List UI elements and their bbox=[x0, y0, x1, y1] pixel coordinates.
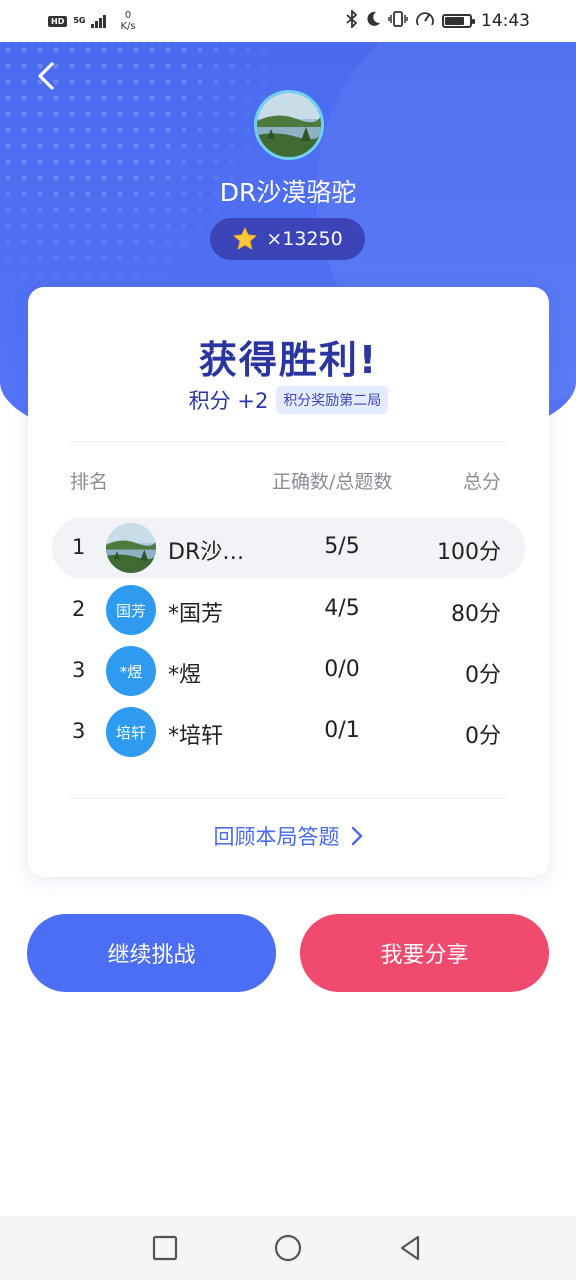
avatar: *煜 bbox=[106, 646, 156, 696]
speedometer-icon bbox=[415, 10, 435, 32]
chevron-right-icon bbox=[351, 826, 362, 846]
header-score: 总分 bbox=[462, 471, 501, 493]
status-right: 14:43 bbox=[346, 8, 530, 32]
result-card: 获得胜利! 积分 +2 积分奖励第二局 排名 正确数/总题数 总分 1 DR沙…… bbox=[28, 287, 549, 877]
vibrate-icon bbox=[388, 10, 408, 32]
avatar: 国芳 bbox=[106, 585, 156, 635]
points-row: 积分 +2 积分奖励第二局 bbox=[28, 385, 549, 415]
status-left: HD 5G 0 K/s bbox=[48, 10, 136, 32]
header-correct: 正确数/总题数 bbox=[272, 471, 393, 493]
review-answers-label: 回顾本局答题 bbox=[213, 825, 340, 849]
landscape-photo bbox=[257, 93, 321, 157]
recent-apps-button[interactable] bbox=[149, 1232, 181, 1264]
bluetooth-icon bbox=[346, 8, 358, 32]
row-rank: 3 bbox=[72, 658, 86, 682]
row-correct: 0/1 bbox=[324, 718, 360, 743]
row-score: 100分 bbox=[437, 540, 501, 565]
header-rank: 排名 bbox=[70, 471, 109, 493]
system-nav-bar bbox=[0, 1216, 576, 1280]
network-type-label: 5G bbox=[73, 16, 86, 25]
row-rank: 3 bbox=[72, 719, 86, 743]
moon-icon bbox=[365, 10, 381, 32]
row-correct: 0/0 bbox=[324, 657, 360, 682]
share-button[interactable]: 我要分享 bbox=[300, 914, 549, 992]
ranking-row: 3 培轩 *培轩 0/1 0分 bbox=[52, 701, 525, 763]
ranking-row: 1 DR沙… 5/5 100分 bbox=[52, 517, 525, 579]
row-rank: 1 bbox=[72, 535, 86, 559]
star-icon bbox=[233, 227, 257, 250]
home-button[interactable] bbox=[272, 1232, 304, 1264]
app-screen: HD 5G 0 K/s 14:43 DR沙漠骆驼 ×13250 获得胜利! 积分… bbox=[0, 0, 576, 1280]
row-name: *培轩 bbox=[168, 724, 224, 749]
row-score: 0分 bbox=[465, 724, 501, 749]
continue-challenge-button[interactable]: 继续挑战 bbox=[27, 914, 276, 992]
battery-level bbox=[445, 17, 464, 25]
chevron-left-icon bbox=[38, 62, 54, 90]
reward-badge: 积分奖励第二局 bbox=[276, 386, 389, 414]
circle-icon bbox=[274, 1234, 302, 1262]
user-name: DR沙漠骆驼 bbox=[219, 178, 357, 207]
star-count: ×13250 bbox=[266, 228, 343, 250]
status-time: 14:43 bbox=[481, 11, 530, 31]
star-balance-pill: ×13250 bbox=[210, 218, 365, 260]
row-correct: 5/5 bbox=[324, 534, 360, 559]
row-score: 0分 bbox=[465, 663, 501, 688]
back-button[interactable] bbox=[28, 56, 68, 96]
avatar bbox=[106, 523, 156, 573]
user-avatar bbox=[254, 90, 324, 160]
battery-icon bbox=[442, 14, 475, 28]
signal-icon bbox=[91, 14, 107, 28]
triangle-back-icon bbox=[400, 1235, 420, 1261]
row-rank: 2 bbox=[72, 597, 86, 621]
result-title: 获得胜利! bbox=[198, 338, 379, 382]
divider-top bbox=[70, 441, 507, 442]
landscape-photo bbox=[106, 523, 156, 573]
review-answers-link[interactable]: 回顾本局答题 bbox=[28, 821, 549, 851]
net-speed: 0 K/s bbox=[120, 10, 135, 32]
ranking-row: 2 国芳 *国芳 4/5 80分 bbox=[52, 579, 525, 641]
avatar: 培轩 bbox=[106, 707, 156, 757]
row-name: *国芳 bbox=[168, 602, 224, 627]
row-score: 80分 bbox=[451, 602, 501, 627]
points-earned: 积分 +2 bbox=[188, 389, 269, 413]
row-correct: 4/5 bbox=[324, 596, 360, 621]
hd-badge: HD bbox=[48, 15, 68, 27]
square-icon bbox=[152, 1235, 178, 1261]
divider-bottom bbox=[70, 798, 507, 799]
net-speed-value: 0 bbox=[124, 10, 132, 21]
back-nav-button[interactable] bbox=[394, 1232, 426, 1264]
ranking-row: 3 *煜 *煜 0/0 0分 bbox=[52, 640, 525, 702]
row-name: *煜 bbox=[168, 663, 202, 688]
net-speed-unit: K/s bbox=[120, 21, 136, 32]
status-bar: HD 5G 0 K/s 14:43 bbox=[0, 0, 576, 42]
row-name: DR沙… bbox=[168, 540, 245, 565]
